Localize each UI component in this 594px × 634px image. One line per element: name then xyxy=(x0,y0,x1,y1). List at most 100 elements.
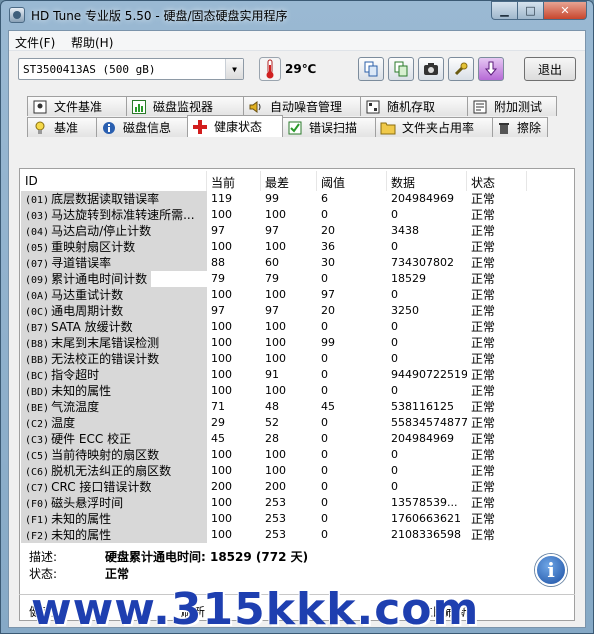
table-row[interactable]: (09) 累计通电时间计数 79 79 0 18529 正常 xyxy=(21,271,565,287)
drive-select[interactable]: ST3500413AS (500 gB) ▼ xyxy=(18,58,244,80)
cell-status: 正常 xyxy=(471,496,496,510)
cell-id: (BE) 气流温度 xyxy=(21,399,207,415)
cell-data: 0 xyxy=(391,384,398,397)
cell-data: 0 xyxy=(391,480,398,493)
red-cross-icon xyxy=(192,119,208,135)
col-status[interactable]: 状态 xyxy=(467,171,527,191)
attribute-name: 无法校正的错误计数 xyxy=(51,352,160,366)
cell-data: 3250 xyxy=(391,304,419,317)
attribute-code: (BE) xyxy=(25,403,50,414)
cell-id: (03) 马达旋转到标准转速所需... xyxy=(21,207,207,223)
maximize-icon: □ xyxy=(525,4,536,17)
cell-worst: 100 xyxy=(265,320,286,333)
tab-disk-monitor[interactable]: 磁盘监视器 xyxy=(126,96,244,116)
table-row[interactable]: (BB) 无法校正的错误计数 100 100 0 0 正常 xyxy=(21,351,565,367)
attribute-code: (05) xyxy=(25,243,50,254)
copy-all-button[interactable] xyxy=(388,57,414,81)
cell-status: 正常 xyxy=(471,288,496,302)
table-row[interactable]: (F1) 未知的属性 100 253 0 1760663621 正常 xyxy=(21,511,565,527)
cell-data: 734307802 xyxy=(391,256,454,269)
chevron-down-icon[interactable]: ▼ xyxy=(225,59,243,79)
tab-file-benchmark[interactable]: 文件基准 xyxy=(27,96,127,116)
menu-help[interactable]: 帮助(H) xyxy=(71,34,113,51)
cell-worst: 100 xyxy=(265,352,286,365)
tab-health[interactable]: 健康状态 xyxy=(187,115,283,137)
table-row[interactable]: (BC) 指令超时 100 91 0 94490722519 正常 xyxy=(21,367,565,383)
table-row[interactable]: (BE) 气流温度 71 48 45 538116125 正常 xyxy=(21,399,565,415)
menu-bar: 文件(F) 帮助(H) xyxy=(9,31,585,51)
table-row[interactable]: (B7) SATA 放缓计数 100 100 0 0 正常 xyxy=(21,319,565,335)
tab-label: 错误扫描 xyxy=(309,121,358,135)
save-button[interactable] xyxy=(478,57,504,81)
cell-status: 正常 xyxy=(471,256,496,270)
table-row[interactable]: (C3) 硬件 ECC 校正 45 28 0 204984969 正常 xyxy=(21,431,565,447)
minimize-button[interactable]: ▁ xyxy=(491,1,517,20)
cell-data: 2108336598 xyxy=(391,528,461,541)
cell-id: (C7) CRC 接口错误计数 xyxy=(21,479,207,495)
table-row[interactable]: (03) 马达旋转到标准转速所需... 100 100 0 0 正常 xyxy=(21,207,565,223)
table-row[interactable]: (C7) CRC 接口错误计数 200 200 0 0 正常 xyxy=(21,479,565,495)
cell-current: 100 xyxy=(211,288,232,301)
tab-noise-management[interactable]: 自动噪音管理 xyxy=(243,96,361,116)
window-title: HD Tune 专业版 5.50 - 硬盘/固态硬盘实用程序 xyxy=(31,9,288,23)
cell-data: 0 xyxy=(391,240,398,253)
tab-erase[interactable]: 擦除 xyxy=(492,117,548,137)
cell-status: 正常 xyxy=(471,432,496,446)
maximize-button[interactable]: □ xyxy=(517,1,543,20)
screenshot-button[interactable] xyxy=(418,57,444,81)
title-bar[interactable]: HD Tune 专业版 5.50 - 硬盘/固态硬盘实用程序 ▁ □ ✕ xyxy=(1,1,593,29)
exit-button[interactable]: 退出 xyxy=(524,57,576,81)
col-id[interactable]: ID xyxy=(21,171,207,191)
table-row[interactable]: (05) 重映射扇区计数 100 100 36 0 正常 xyxy=(21,239,565,255)
col-worst[interactable]: 最差 xyxy=(261,171,317,191)
cell-worst: 99 xyxy=(265,192,279,205)
attribute-code: (C2) xyxy=(25,419,50,430)
copy-text-button[interactable] xyxy=(358,57,384,81)
thermometer-icon xyxy=(259,57,281,81)
col-current[interactable]: 当前 xyxy=(207,171,261,191)
cell-data: 18529 xyxy=(391,272,426,285)
table-row[interactable]: (F2) 未知的属性 100 253 0 2108336598 正常 xyxy=(21,527,565,543)
cell-id: (C3) 硬件 ECC 校正 xyxy=(21,431,207,447)
table-row[interactable]: (0A) 马达重试计数 100 100 97 0 正常 xyxy=(21,287,565,303)
cell-threshold: 0 xyxy=(321,496,328,509)
table-row[interactable]: (B8) 末尾到末尾错误检测 100 100 99 0 正常 xyxy=(21,335,565,351)
cell-id: (C6) 脱机无法纠正的扇区数 xyxy=(21,463,207,479)
tab-folder-usage[interactable]: 文件夹占用率 xyxy=(375,117,493,137)
table-row[interactable]: (04) 马达启动/停止计数 97 97 20 3438 正常 xyxy=(21,223,565,239)
attribute-code: (F0) xyxy=(25,499,50,510)
cell-status: 正常 xyxy=(471,480,496,494)
attribute-code: (BB) xyxy=(25,355,50,366)
tab-random-access[interactable]: 随机存取 xyxy=(360,96,468,116)
table-row[interactable]: (07) 寻道错误率 88 60 30 734307802 正常 xyxy=(21,255,565,271)
table-row[interactable]: (C5) 当前待映射的扇区数 100 100 0 0 正常 xyxy=(21,447,565,463)
tab-error-scan[interactable]: 错误扫描 xyxy=(282,117,376,137)
attribute-name: SATA 放缓计数 xyxy=(51,320,133,334)
tab-benchmark[interactable]: 基准 xyxy=(27,117,97,137)
table-row[interactable]: (C6) 脱机无法纠正的扇区数 100 100 0 0 正常 xyxy=(21,463,565,479)
table-row[interactable]: (0C) 通电周期计数 97 97 20 3250 正常 xyxy=(21,303,565,319)
attribute-name: 未知的属性 xyxy=(51,384,112,398)
table-row[interactable]: (C2) 温度 29 52 0 55834574877 正常 xyxy=(21,415,565,431)
tab-disk-info[interactable]: 磁盘信息 xyxy=(96,117,188,137)
cell-id: (01) 底层数据读取错误率 xyxy=(21,191,207,207)
table-row[interactable]: (BD) 未知的属性 100 100 0 0 正常 xyxy=(21,383,565,399)
options-button[interactable] xyxy=(448,57,474,81)
cell-id: (09) 累计通电时间计数 xyxy=(21,271,207,287)
cell-worst: 100 xyxy=(265,464,286,477)
info-button[interactable]: i xyxy=(535,554,567,586)
menu-file[interactable]: 文件(F) xyxy=(15,34,55,51)
bulb-icon xyxy=(32,120,48,136)
attribute-code: (BC) xyxy=(25,371,50,382)
table-row[interactable]: (F0) 磁头悬浮时间 100 253 0 13578539... 正常 xyxy=(21,495,565,511)
col-threshold[interactable]: 阈值 xyxy=(317,171,387,191)
tab-extra-tests[interactable]: 附加测试 xyxy=(467,96,557,116)
cell-worst: 100 xyxy=(265,288,286,301)
cell-worst: 253 xyxy=(265,528,286,541)
cell-id: (B7) SATA 放缓计数 xyxy=(21,319,207,335)
cell-status: 正常 xyxy=(471,416,496,430)
col-data[interactable]: 数据 xyxy=(387,171,467,191)
table-row[interactable]: (01) 底层数据读取错误率 119 99 6 204984969 正常 xyxy=(21,191,565,207)
attribute-code: (C5) xyxy=(25,451,50,462)
close-button[interactable]: ✕ xyxy=(543,1,587,20)
